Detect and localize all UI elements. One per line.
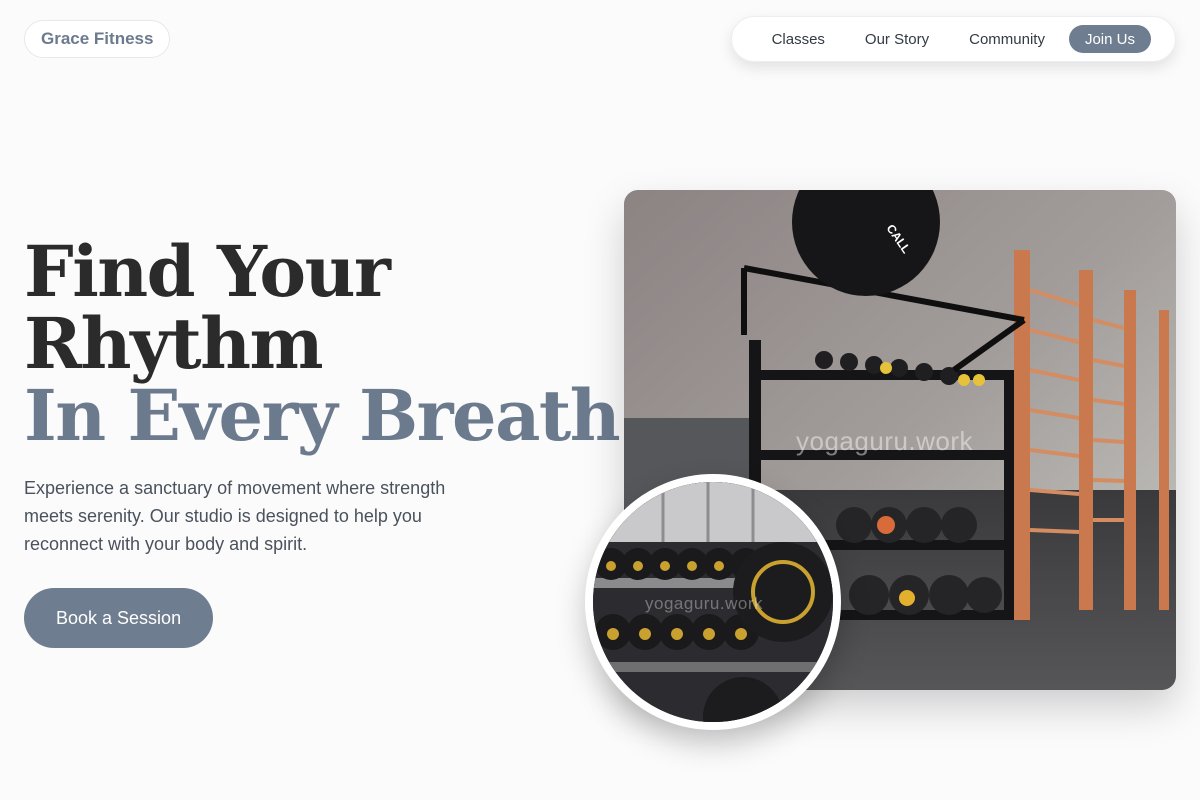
nav-item-classes[interactable]: Classes: [752, 31, 845, 48]
hero-headline: Find Your Rhythm In Every Breath.: [24, 230, 644, 457]
dumbbell-inset-photo: yogaguru.work: [585, 474, 841, 730]
brand-logo[interactable]: Grace Fitness: [24, 20, 171, 58]
hero-description: Experience a sanctuary of movement where…: [24, 478, 446, 554]
join-us-button[interactable]: Join Us: [1068, 25, 1151, 53]
brand-name: Grace Fitness: [41, 29, 154, 48]
nav-item-our-story[interactable]: Our Story: [845, 31, 949, 48]
book-session-button[interactable]: Book a Session: [24, 588, 214, 648]
main-nav: Classes Our Story Community Join Us: [730, 16, 1176, 62]
headline-line-1: Find Your: [24, 230, 391, 313]
headline-accent: In Every Breath.: [24, 374, 644, 457]
inset-watermark: yogaguru.work: [645, 594, 764, 613]
headline-line-2: Rhythm: [24, 302, 324, 385]
nav-item-community[interactable]: Community: [949, 31, 1065, 48]
photo-watermark: yogaguru.work: [796, 426, 974, 456]
